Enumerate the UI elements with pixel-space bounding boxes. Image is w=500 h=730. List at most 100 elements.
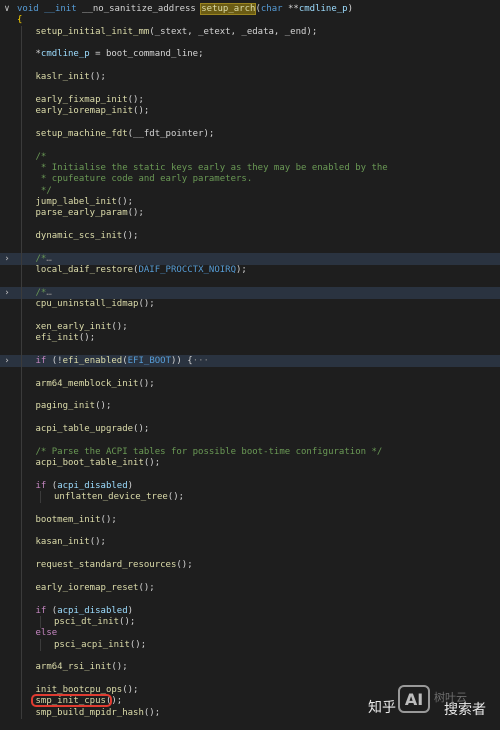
chevron-right-icon[interactable]: › (0, 355, 14, 367)
indent-guide (21, 59, 22, 72)
code-text: if (!efi_enabled(EFI_BOOT)) {··· (36, 355, 209, 367)
code-line[interactable] (0, 218, 500, 231)
code-line[interactable]: if (acpi_disabled) (0, 479, 500, 492)
chevron-down-icon[interactable]: ∨ (0, 3, 14, 15)
code-line[interactable] (0, 593, 500, 606)
chevron-right-icon[interactable]: › (0, 287, 14, 299)
code-line[interactable]: * Initialise the static keys early as th… (0, 161, 500, 174)
code-text: xen_early_init(); (36, 321, 128, 333)
code-token: request_standard_resources (35, 560, 177, 571)
code-token: setup_machine_fdt (35, 128, 128, 139)
indent-guide (39, 638, 41, 651)
indent-guide (21, 207, 22, 220)
code-token: kaslr_init (35, 72, 90, 83)
code-line[interactable] (0, 82, 500, 95)
code-token: else (35, 628, 58, 639)
code-line[interactable]: kasan_init(); (0, 536, 500, 549)
code-token: dynamic_scs_init (35, 231, 123, 241)
code-line[interactable] (0, 139, 500, 152)
code-token: (); (122, 685, 139, 695)
code-line[interactable] (0, 309, 500, 322)
indent-guide (21, 388, 22, 401)
code-line[interactable]: acpi_table_upgrade(); (0, 422, 500, 435)
code-line[interactable] (0, 37, 500, 50)
code-line[interactable]: early_ioremap_reset(); (0, 581, 500, 594)
code-line[interactable] (0, 649, 500, 662)
code-line[interactable] (0, 275, 500, 288)
code-token: bootmem_init (35, 514, 101, 525)
code-line[interactable]: parse_early_param(); (0, 207, 500, 220)
code-line[interactable] (0, 468, 500, 481)
code-line[interactable]: cpu_uninstall_idmap(); (0, 298, 500, 311)
code-line[interactable]: psci_dt_init(); (0, 615, 500, 628)
code-text: /* (36, 151, 47, 163)
code-line[interactable]: psci_acpi_init(); (0, 638, 500, 651)
code-token: … (46, 287, 52, 298)
code-line[interactable]: arm64_rsi_init(); (0, 661, 500, 674)
code-line[interactable]: bootmem_init(); (0, 513, 500, 526)
code-line[interactable] (0, 241, 500, 254)
code-token: (); (89, 537, 106, 548)
code-line[interactable] (0, 570, 500, 583)
code-token: parse_early_param (35, 208, 128, 219)
code-line[interactable]: *cmdline_p = boot_command_line; (0, 48, 500, 61)
code-token: acpi_disabled (57, 605, 128, 616)
code-token: ( (46, 480, 58, 491)
code-token: (); (78, 333, 96, 344)
code-line[interactable] (0, 547, 500, 560)
code-line[interactable] (0, 343, 500, 356)
code-line[interactable]: if (acpi_disabled) (0, 604, 500, 617)
code-line[interactable] (0, 388, 500, 401)
indent-guide (21, 615, 22, 628)
code-line[interactable] (0, 116, 500, 129)
code-line[interactable]: acpi_boot_table_init(); (0, 457, 500, 469)
code-line[interactable] (0, 366, 500, 379)
code-line[interactable]: dynamic_scs_init(); (0, 230, 500, 242)
code-line[interactable]: › /*… (0, 252, 500, 265)
code-line[interactable] (0, 59, 500, 72)
indent-guide (21, 570, 22, 583)
code-line[interactable]: arm64_memblock_init(); (0, 377, 500, 390)
code-editor[interactable]: ∨ void __init __no_sanitize_address setup… (0, 0, 500, 730)
code-line[interactable]: xen_early_init(); (0, 320, 500, 333)
chevron-right-icon[interactable]: › (0, 253, 14, 265)
indent-guide (21, 320, 22, 333)
indent-guide (21, 230, 22, 242)
code-token: __no_sanitize_address (76, 4, 202, 14)
code-line[interactable]: ∨ void __init __no_sanitize_address setup… (0, 3, 500, 15)
code-line[interactable]: /* (0, 150, 500, 163)
code-line[interactable] (0, 502, 500, 515)
code-token: (); (122, 231, 139, 241)
code-line[interactable] (0, 411, 500, 424)
code-line[interactable]: { (0, 14, 500, 26)
code-line[interactable]: else (0, 627, 500, 640)
code-line[interactable]: */ (0, 184, 500, 197)
indent-guide (21, 37, 22, 50)
code-line[interactable]: kaslr_init(); (0, 71, 500, 84)
code-line[interactable]: /* Parse the ACPI tables for possible bo… (0, 445, 500, 458)
indent-guide (21, 536, 22, 549)
code-line[interactable]: jump_label_init(); (0, 195, 500, 208)
code-line[interactable]: early_ioremap_init(); (0, 105, 500, 118)
code-line[interactable] (0, 525, 500, 538)
code-line[interactable]: › /*… (0, 286, 500, 299)
indent-guide (21, 275, 22, 288)
code-line[interactable]: setup_initial_init_mm(_stext, _etext, _e… (0, 25, 500, 38)
code-line[interactable]: * cpufeature code and early parameters. (0, 173, 500, 186)
code-line[interactable]: request_standard_resources(); (0, 559, 500, 572)
code-line[interactable]: paging_init(); (0, 400, 500, 413)
code-line[interactable] (0, 434, 500, 447)
code-text: arm64_memblock_init(); (36, 378, 155, 390)
code-token: acpi_boot_table_init (35, 458, 144, 468)
code-token: (); (127, 208, 144, 219)
code-line[interactable]: setup_machine_fdt(__fdt_pointer); (0, 127, 500, 140)
code-line[interactable]: unflatten_device_tree(); (0, 491, 500, 504)
code-line[interactable]: local_daif_restore(DAIF_PROCCTX_NOIRQ); (0, 264, 500, 277)
code-line[interactable]: efi_init(); (0, 332, 500, 345)
code-line[interactable]: early_fixmap_init(); (0, 93, 500, 106)
code-text: { (17, 14, 22, 26)
code-text: psci_acpi_init(); (54, 639, 146, 651)
code-token: smp_build_mpidr_hash (35, 707, 144, 718)
code-line[interactable]: › if (!efi_enabled(EFI_BOOT)) {··· (0, 354, 500, 367)
indent-guide (21, 298, 22, 311)
